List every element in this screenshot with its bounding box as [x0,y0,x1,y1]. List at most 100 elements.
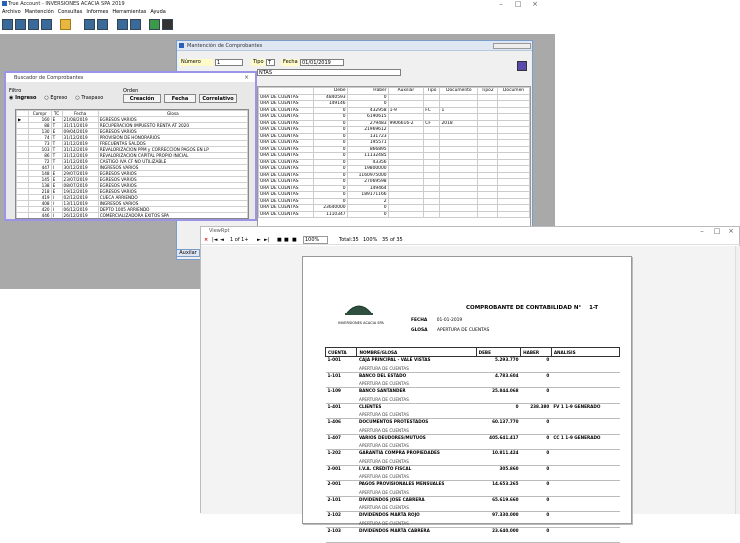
search-icon[interactable]: ■ [292,237,297,243]
toolbar-button-6-icon[interactable] [84,19,95,30]
grid-cell[interactable]: 1110347 [313,210,348,218]
report-cell-haber: 0 [546,372,550,378]
comprobantes-list-grid[interactable]: Compr TC Fecha Glosa ▶ 160 E 21/08/2019 EGRESOS … [15,109,249,219]
close-icon[interactable]: × [529,0,541,8]
report-cell-analisis [551,496,619,505]
app-title-bar: True Account - INVERSIONES ACACIA SPA 20… [0,0,740,8]
report-cell-haber: 0 [546,496,550,502]
menu-item-5[interactable]: Ayuda [150,9,165,15]
menu-item-2[interactable]: Consultas [58,9,83,15]
report-cell-cuenta: 1-401 [327,403,341,409]
report-cell-debe: 4.783.604 [495,372,519,378]
fecha-label: Fecha [281,59,299,66]
report-cell-nombre: VARIOS DEUDORES/MUTUOS [358,434,426,440]
list-cell[interactable]: INGRESOS VARIOS [98,219,247,220]
list-row[interactable]: 441I23/12/2019INGRESOS VARIOS [17,219,248,220]
last-page-icon[interactable]: ►| [264,237,270,243]
glosa-field[interactable]: NTAS [257,69,401,76]
radio-egreso[interactable]: ○ Egreso [44,95,67,101]
report-cell-cuenta: 1-109 [327,388,341,393]
toolbar-button-1-icon[interactable] [2,19,13,30]
first-page-icon[interactable]: |◄ [212,237,218,243]
report-glosa-spacer [325,489,357,497]
toolbar-button-4-icon[interactable] [41,19,52,30]
numero-field[interactable]: 1 [215,59,243,66]
report-cell-analisis [551,450,619,459]
tipo-field[interactable]: T [266,59,275,66]
report-canvas[interactable]: INVERSIONES ACACIA SPA COMPROBANTE DE CO… [201,246,735,543]
menu-item-4[interactable]: Herramientas [112,9,146,15]
minimize-icon[interactable]: – [495,0,507,8]
app-logo-icon [2,1,7,6]
toolbar-button-8-icon[interactable] [117,19,128,30]
save-icon[interactable] [517,61,527,71]
total-label: Total:35 [339,237,359,243]
folder-icon[interactable] [60,19,71,30]
report-cell-analisis [551,465,619,474]
report-page: INVERSIONES ACACIA SPA COMPROBANTE DE CO… [302,256,632,543]
list-cell[interactable]: 441 [29,219,52,220]
report-glosa-spacer [325,504,357,512]
grid-cell[interactable] [387,210,425,218]
menu-item-0[interactable]: Archivo [2,9,21,15]
grid-cell[interactable] [423,210,441,218]
window-icon [179,43,184,48]
page-indicator[interactable]: 1 of 1+ [230,237,249,243]
close-report-icon[interactable]: × [204,237,208,243]
viewer-minimize-icon[interactable]: – [696,227,708,235]
radio-traspaso[interactable]: ○ Traspaso [75,95,103,101]
toolbar-button-10-icon[interactable] [149,19,160,30]
fecha-field[interactable]: 01/01/2019 [300,59,344,66]
toolbar-button-11-icon[interactable] [162,19,173,30]
report-cell-cuenta: 1-001 [327,357,341,362]
grid-row[interactable]: URA DE CUENTAS 1110347 0 [258,210,530,218]
zoom-select[interactable]: 100% [303,236,329,244]
prev-page-icon[interactable]: ◄ [220,237,224,243]
menu-item-3[interactable]: Informes [86,9,108,15]
sort-fecha-button[interactable]: Fecha [164,94,196,103]
report-row-glosa-text: APERTURA DE CUENTAS [356,504,620,512]
report-cell-haber: 0 [546,450,550,455]
radio-ingreso[interactable]: ◉ Ingreso [9,95,36,101]
report-table: CUENTA NOMBRE/GLOSA DEBE HABER ANALISIS 1-00… [324,347,621,543]
report-glosa-spacer [325,520,357,528]
report-row: 2-001 PAGOS PROVISIONALES MENSUALES 14.653… [326,481,620,490]
maximize-icon[interactable]: □ [512,0,524,8]
grid-cell[interactable]: URA DE CUENTAS [258,210,314,218]
toolbar-button-7-icon[interactable] [97,19,108,30]
report-cell-debe: 10.811.424 [492,450,519,455]
toolbar-button-9-icon[interactable] [130,19,141,30]
list-cell[interactable]: I [51,219,62,220]
buscador-close-icon[interactable]: × [244,74,249,81]
menu-item-1[interactable]: Mantención [25,9,54,15]
auxiliar-button[interactable]: Auxilar [176,249,200,257]
report-cell-nombre: CLIENTES [358,403,382,409]
report-cell-cuenta: 2-001 [327,465,341,471]
window-controls[interactable] [493,43,531,49]
vertical-scrollbar[interactable] [735,246,740,514]
sort-correlativo-button[interactable]: Correlativo [199,94,237,103]
grid-cell[interactable] [439,210,479,218]
sort-creacion-button[interactable]: Creación [123,94,161,103]
report-row-glosa: APERTURA DE CUENTAS [325,520,620,528]
report-cell-debe: 14.653.265 [492,481,519,486]
grid-cell[interactable] [477,210,499,218]
report-row-glosa: APERTURA DE CUENTAS [325,411,620,419]
report-row: 2-001 I.V.A. CREDITO FISCAL 305.860 0 [326,465,620,474]
viewer-maximize-icon[interactable]: □ [711,227,723,235]
row-selector[interactable] [17,219,29,220]
viewer-close-icon[interactable]: × [725,227,737,235]
list-cell[interactable]: 23/12/2019 [62,219,98,220]
report-cell-debe: 23.640.000 [492,527,519,533]
grid-cell[interactable]: 0 [346,210,389,218]
print-icon[interactable]: ■ [277,237,282,243]
filtro-radio-group: ◉ Ingreso ○ Egreso ○ Traspaso [9,95,117,103]
grid-cell[interactable] [497,210,530,218]
report-header-cell: HABER [520,347,552,357]
export-icon[interactable]: ■ [284,237,289,243]
toolbar-button-3-icon[interactable] [28,19,39,30]
next-page-icon[interactable]: ► [257,237,261,243]
toolbar-button-2-icon[interactable] [15,19,26,30]
report-cell-analisis [551,527,619,536]
report-row-glosa-text: APERTURA DE CUENTAS [356,473,620,481]
